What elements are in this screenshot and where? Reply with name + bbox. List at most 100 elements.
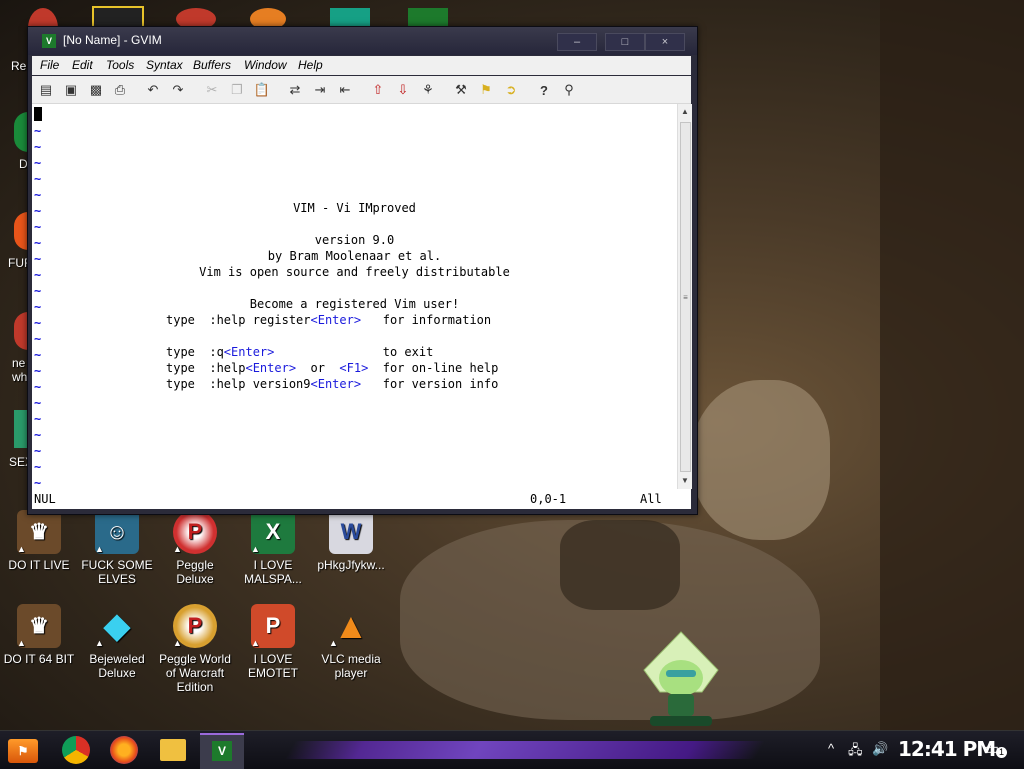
close-button[interactable]: × — [645, 33, 685, 51]
desktop-icon-i-love-malspa[interactable]: X ▲ I LOVE MALSPA... — [234, 510, 312, 586]
firefox-icon[interactable] — [110, 736, 138, 764]
help-description: to exit — [382, 345, 434, 359]
help-line: type :help version9<Enter> for version i… — [166, 376, 498, 392]
undo-icon[interactable]: ↶ — [143, 80, 163, 100]
start-button[interactable]: ⚑ — [8, 739, 38, 763]
partial-desktop-icon[interactable] — [14, 312, 28, 350]
network-icon[interactable]: 🖧 — [848, 741, 863, 763]
file-explorer-icon[interactable] — [160, 739, 186, 761]
paste-icon[interactable]: 📋 — [252, 80, 272, 100]
help-key: <Enter> — [310, 377, 362, 391]
gem-icon: ◆ ▲ — [95, 607, 131, 648]
desktop-icon-peggle-wow[interactable]: P ▲ Peggle World of Warcraft Edition — [156, 604, 234, 694]
status-cursor-position: 0,0-1 — [530, 492, 567, 506]
empty-line-marker: ~ — [34, 156, 42, 170]
desktop-icon-label: VLC media player — [321, 652, 381, 680]
tags-icon[interactable]: ➲ — [501, 80, 521, 100]
empty-line-marker: ~ — [34, 316, 42, 330]
volume-icon[interactable]: 🔊 — [872, 741, 888, 757]
maximize-button[interactable]: □ — [605, 33, 645, 51]
shell-icon[interactable]: ⚑ — [476, 80, 496, 100]
help-command: type :help — [166, 361, 246, 375]
desktop-icon-do-it-live[interactable]: ♛ ▲ DO IT LIVE — [0, 510, 78, 572]
menu-bar: File Edit Tools Syntax Buffers Window He… — [32, 56, 691, 75]
empty-line-marker: ~ — [34, 140, 42, 154]
intro-author: by Bram Moolenaar et al. — [267, 249, 442, 263]
open-icon[interactable]: ▤ — [36, 80, 56, 100]
help-key: <Enter> — [223, 345, 275, 359]
menu-file[interactable]: File — [40, 58, 59, 72]
save-session-icon[interactable]: ⇩ — [393, 80, 413, 100]
clock[interactable]: 12:41 PM — [898, 737, 996, 761]
help-line: type :q<Enter> to exit — [166, 344, 433, 360]
text-editor-area[interactable]: ~ ~ ~ ~ ~ ~ ~ ~ ~ ~ ~ ~ ~ ~ ~ ~ ~ ~ ~ ~ ~ ~ ~ VIM - Vi IMprove… — [32, 104, 677, 489]
excel-icon: X ▲ — [251, 510, 295, 554]
menu-buffers[interactable]: Buffers — [193, 58, 231, 72]
make-icon[interactable]: ⚒ — [451, 80, 471, 100]
empty-line-marker: ~ — [34, 428, 42, 442]
status-line: NUL 0,0-1 All — [32, 489, 691, 509]
help-key: <F1> — [339, 361, 369, 375]
redo-icon[interactable]: ↷ — [168, 80, 188, 100]
show-hidden-icons-icon[interactable]: ^ — [828, 741, 834, 756]
text-cursor — [34, 107, 42, 121]
menu-edit[interactable]: Edit — [72, 58, 93, 72]
desktop-icon-label: Peggle World of Warcraft Edition — [159, 652, 231, 694]
cut-icon[interactable]: ✂ — [202, 80, 222, 100]
help-icon[interactable]: ? — [534, 80, 554, 100]
menu-window[interactable]: Window — [244, 58, 287, 72]
help-description: for version info — [382, 377, 499, 391]
partial-desktop-icon[interactable] — [14, 212, 28, 250]
vlc-cone-icon: ▲ ▲ — [329, 605, 369, 649]
taskbar-gvim-button[interactable]: V — [200, 733, 244, 769]
empty-line-marker: ~ — [34, 460, 42, 474]
desktop-icon-bejeweled[interactable]: ◆ ▲ Bejeweled Deluxe — [78, 604, 156, 680]
desktop-character-decoration — [640, 630, 722, 730]
partial-desktop-icon[interactable] — [14, 410, 28, 448]
status-encoding: NUL — [34, 492, 56, 506]
help-spacer — [361, 313, 383, 327]
desktop-icon-label: wh — [12, 370, 28, 384]
find-help-icon[interactable]: ⚲ — [559, 80, 579, 100]
title-bar[interactable]: V [No Name] - GVIM – □ × — [28, 27, 697, 55]
load-session-icon[interactable]: ⇧ — [368, 80, 388, 100]
print-icon[interactable]: ⎙ — [110, 80, 130, 100]
help-line: type :help register<Enter> for informati… — [166, 312, 491, 328]
scroll-thumb[interactable]: ≡ — [680, 122, 691, 472]
word-document-icon: W — [329, 510, 373, 554]
desktop-icon-vlc[interactable]: ▲ ▲ VLC media player — [312, 604, 390, 681]
menu-help[interactable]: Help — [298, 58, 323, 72]
empty-line-marker: ~ — [34, 396, 42, 410]
find-replace-icon[interactable]: ⇄ — [285, 80, 305, 100]
vim-icon: V — [212, 741, 232, 761]
gvim-window: V [No Name] - GVIM – □ × File Edit Tools… — [27, 26, 698, 515]
scroll-up-arrow-icon[interactable]: ▲ — [678, 104, 692, 120]
vim-icon: V — [42, 34, 56, 48]
help-command: type :help version9 — [166, 377, 311, 391]
desktop-icon-label: FUCK SOME ELVES — [81, 558, 153, 586]
desktop-icon-i-love-emotet[interactable]: P ▲ I LOVE EMOTET — [234, 604, 312, 680]
chrome-icon[interactable] — [62, 736, 90, 764]
taskbar-decoration — [284, 741, 766, 759]
copy-icon[interactable]: ❐ — [227, 80, 247, 100]
save-icon[interactable]: ▣ — [61, 80, 81, 100]
desktop-icon-do-it-64-bit[interactable]: ♛ ▲ DO IT 64 BIT — [0, 604, 78, 666]
vertical-scrollbar[interactable]: ▲ ≡ ▼ — [677, 104, 692, 489]
peggle-icon: P ▲ — [173, 510, 217, 554]
menu-tools[interactable]: Tools — [106, 58, 134, 72]
grip-icon: ≡ — [683, 293, 688, 302]
save-all-icon[interactable]: ▩ — [86, 80, 106, 100]
help-command: type :help register — [166, 313, 311, 327]
empty-line-marker: ~ — [34, 348, 42, 362]
desktop-icon-fuck-some-elves[interactable]: ☺ ▲ FUCK SOME ELVES — [78, 510, 156, 586]
partial-desktop-icon[interactable] — [14, 112, 28, 152]
desktop-icon-phkgjfykw[interactable]: W pHkgJfykw... — [312, 510, 390, 572]
find-prev-icon[interactable]: ⇤ — [335, 80, 355, 100]
peggle-icon: P ▲ — [173, 604, 217, 648]
minimize-button[interactable]: – — [557, 33, 597, 51]
menu-syntax[interactable]: Syntax — [146, 58, 183, 72]
scroll-down-arrow-icon[interactable]: ▼ — [678, 473, 692, 489]
run-script-icon[interactable]: ⚘ — [418, 80, 438, 100]
desktop-icon-peggle-deluxe[interactable]: P ▲ Peggle Deluxe — [156, 510, 234, 586]
find-next-icon[interactable]: ⇥ — [310, 80, 330, 100]
